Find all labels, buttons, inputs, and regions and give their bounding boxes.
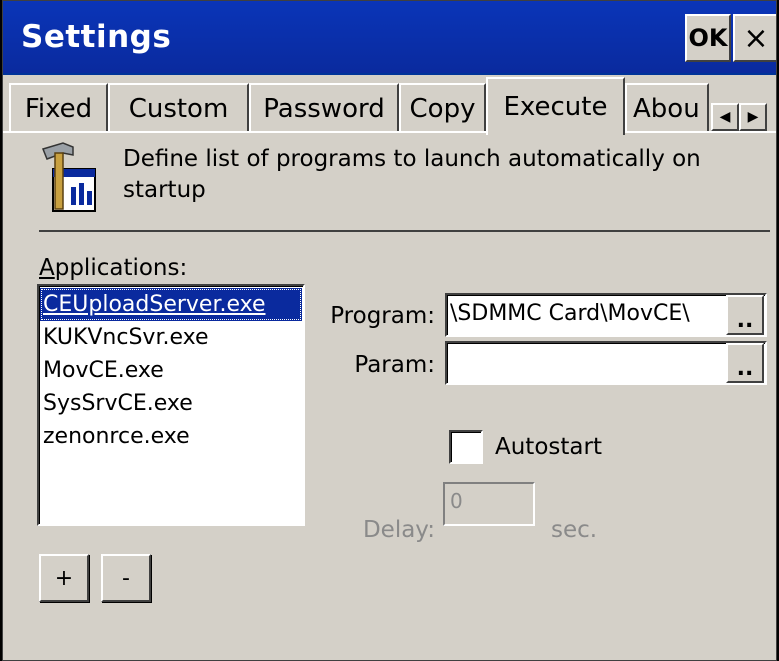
tab-fixed[interactable]: Fixed [9,83,108,133]
program-browse-button[interactable]: .. [726,295,764,335]
autostart-label: Autostart [495,434,602,460]
list-item[interactable]: CEUploadServer.exe [40,288,302,321]
param-field[interactable] [445,341,767,385]
tab-about[interactable]: Abou [625,83,709,133]
program-label: Program: [330,303,435,329]
delay-label: Delay: [362,517,435,543]
list-item[interactable]: KUKVncSvr.exe [40,321,302,354]
delay-field[interactable]: 0 [443,482,535,526]
list-item[interactable]: zenonrce.exe [40,420,302,453]
applications-label-text: pplications: [54,255,188,281]
tab-custom[interactable]: Custom [108,83,249,133]
list-item[interactable]: SysSrvCE.exe [40,387,302,420]
applications-label-accelerator: A [39,255,55,281]
tab-underline [3,131,776,133]
window-title: Settings [21,19,172,55]
applications-label: Applications: [39,255,187,281]
ok-button[interactable]: OK [685,14,731,62]
tab-scroll-right-icon[interactable]: ▶ [739,103,767,131]
tab-copy[interactable]: Copy [399,83,486,133]
tab-password[interactable]: Password [249,83,399,133]
description-text: Define list of programs to launch automa… [123,146,701,203]
separator [39,230,770,232]
settings-window: Settings OK × Fixed Custom Password Copy… [2,0,777,661]
param-label: Param: [354,352,435,378]
remove-application-button[interactable]: - [101,554,151,602]
param-browse-button[interactable]: .. [726,343,764,383]
program-field[interactable]: \SDMMC Card\MovCE\ [445,293,767,337]
autostart-checkbox[interactable] [449,430,483,464]
tab-execute[interactable]: Execute [486,77,625,135]
close-button[interactable]: × [733,14,776,62]
title-bar: Settings OK × [3,1,776,75]
delay-unit-label: sec. [551,517,598,543]
list-item[interactable]: MovCE.exe [40,354,302,387]
tab-scroll-left-icon[interactable]: ◀ [711,103,739,131]
tab-strip: Fixed Custom Password Copy Execute Abou … [3,75,776,135]
applications-list[interactable]: CEUploadServer.exe KUKVncSvr.exe MovCE.e… [37,284,305,526]
hammer-settings-icon [41,142,96,212]
add-application-button[interactable]: + [39,554,89,602]
